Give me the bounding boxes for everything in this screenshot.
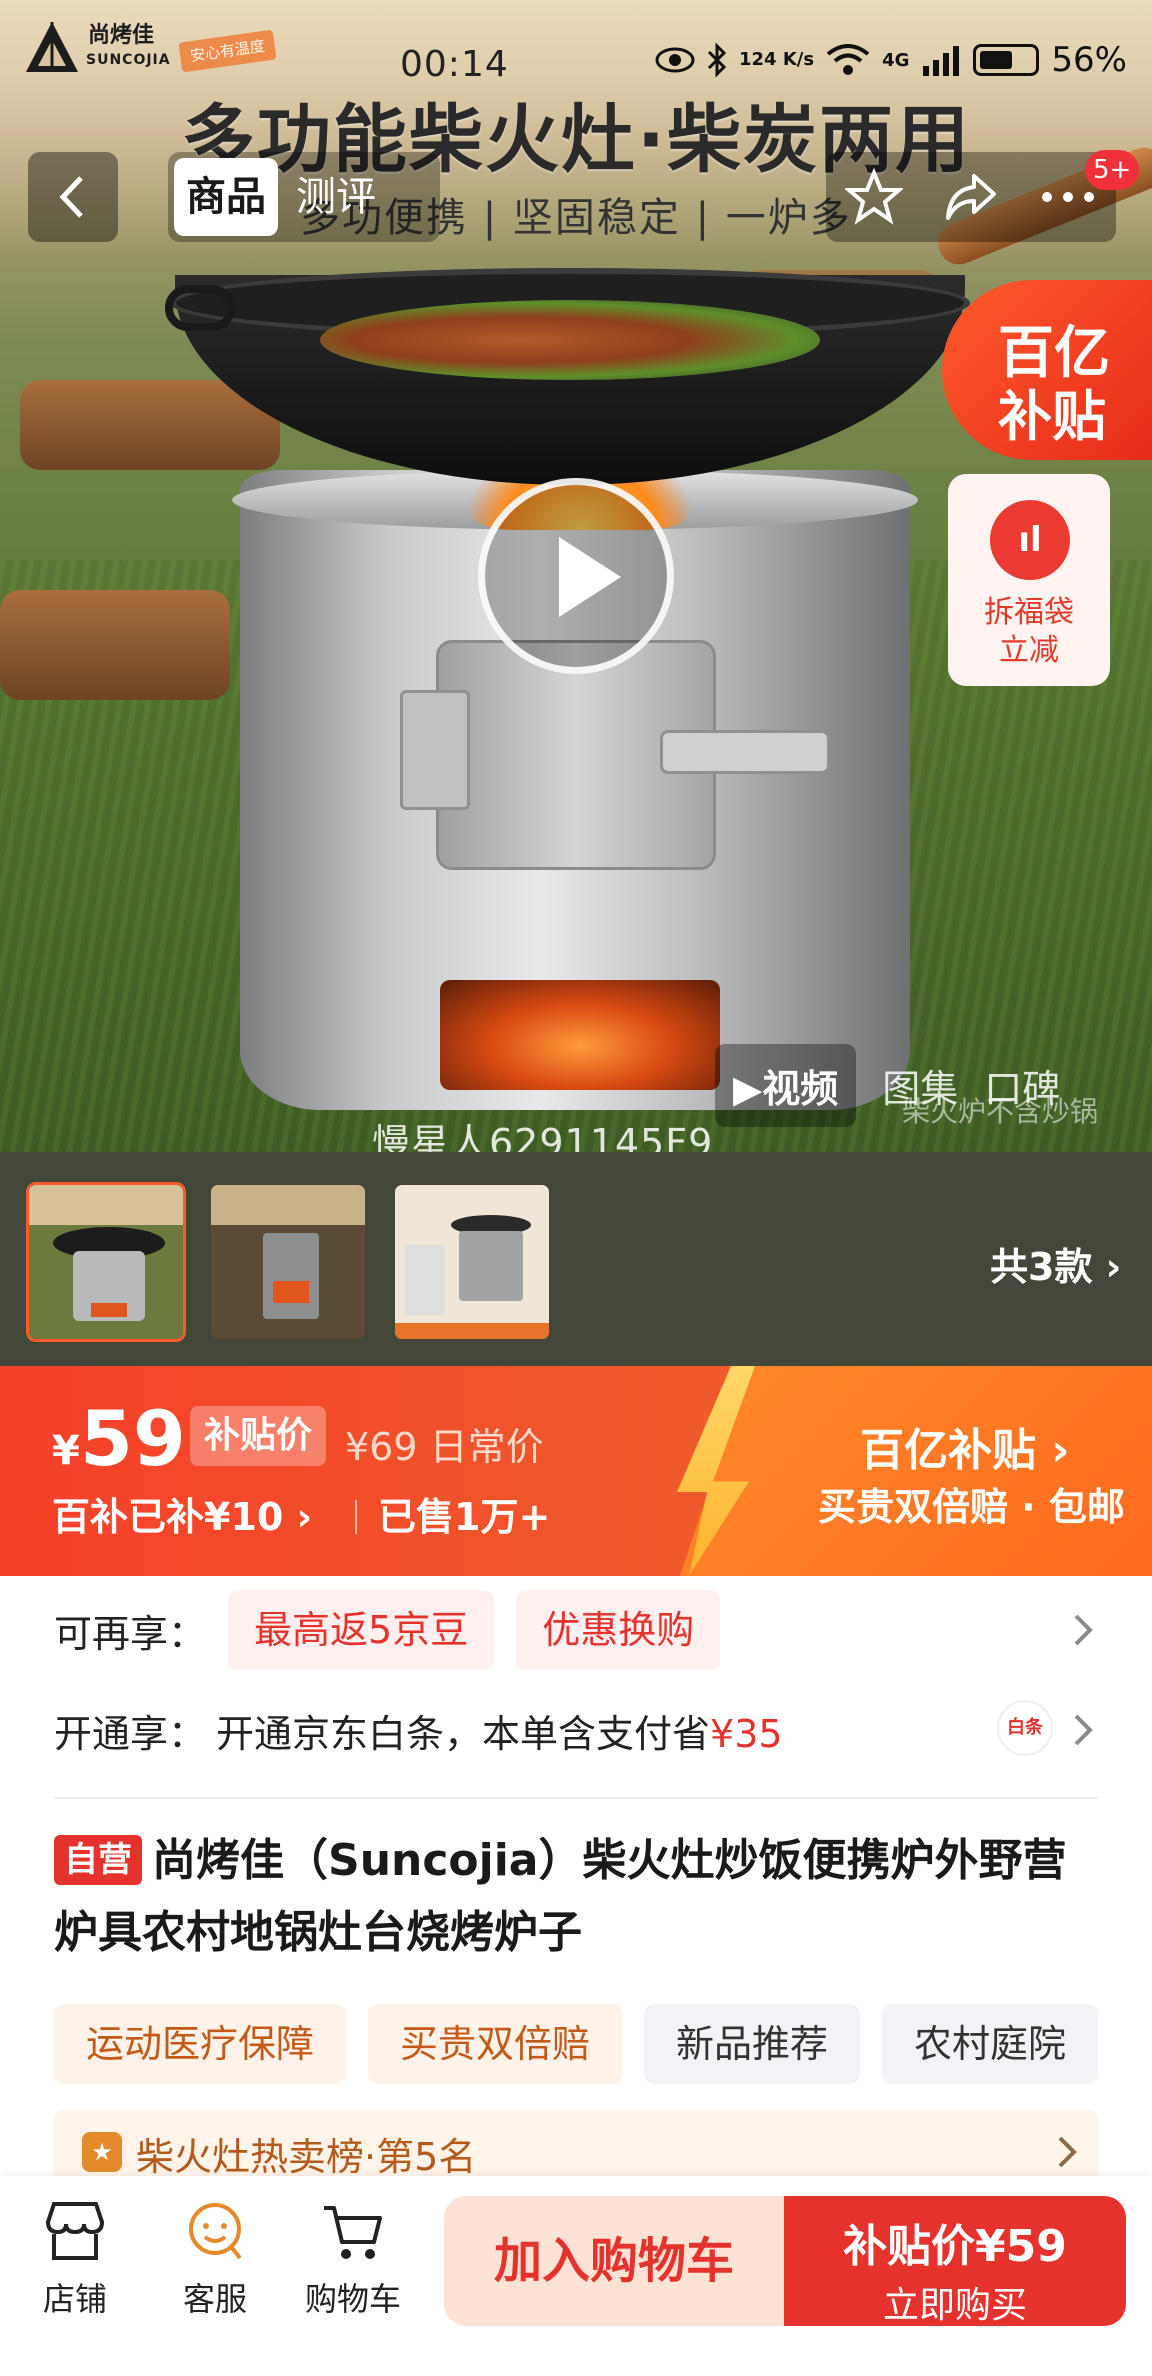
chevron-right-icon[interactable] [1070, 1612, 1094, 1648]
message-count-badge: 5+ [1085, 150, 1140, 190]
battery-icon [973, 44, 1040, 76]
lucky-bag-icon: ıl [990, 500, 1070, 580]
lucky-bag-card[interactable]: ıl 拆福袋 立减 [948, 474, 1110, 686]
back-icon [59, 176, 83, 218]
brand-slogan-tag: 安心有温度 [178, 29, 277, 73]
user-watermark: 慢星人6291145F9 [372, 1121, 714, 1152]
product-name: 尚烤佳（Suncojia）柴火灶炒饭便携炉外野营炉具农村地锅灶台烧烤炉子 [54, 1835, 1067, 1958]
cart-label: 购物车 [304, 2280, 401, 2318]
extra-benefits-row[interactable]: 可再享： 最高返5京豆 优惠换购 [54, 1590, 721, 1670]
stove-hinge [400, 690, 470, 810]
ranking-star-icon: ★ [82, 2132, 122, 2172]
variant-thumb-2[interactable] [208, 1182, 368, 1342]
baitiao-desc: 开通京东白条，本单含支付省 [216, 1711, 711, 1756]
media-tab-video[interactable]: ▶视频 [715, 1043, 857, 1127]
chevron-right-icon [1058, 2136, 1077, 2168]
buy-now-button[interactable]: 补贴价¥59 立即购买 [784, 2196, 1126, 2326]
top-actions [826, 152, 1116, 242]
signal-icon [923, 46, 960, 76]
extra-benefits-label: 可再享： [54, 1611, 207, 1656]
lucky-bag-text: 拆福袋 立减 [948, 594, 1110, 670]
wok-ear [165, 285, 235, 331]
share-icon[interactable] [942, 168, 1000, 226]
eye-icon [655, 47, 695, 73]
variant-strip: 共3款 › [0, 1152, 1152, 1366]
store-label: 店铺 [42, 2280, 107, 2318]
chevron-right-icon[interactable] [1070, 1712, 1094, 1748]
current-price: 59 [80, 1394, 186, 1483]
subsidy-badge-line2: 补贴 [998, 385, 1106, 448]
subsidy-subtitle: 买贵双倍赔 · 包邮 [818, 1485, 1125, 1529]
section-divider [54, 1797, 1098, 1799]
variant-count-link[interactable]: 共3款 › [990, 1236, 1121, 1291]
brand-name: 尚烤佳 [88, 23, 155, 48]
store-icon [45, 2202, 105, 2260]
system-status-icons: 124 K/s 4G 56% [655, 40, 1127, 80]
variant-1-image [29, 1185, 183, 1339]
subsidy-price-tag: 补贴价 [190, 1406, 327, 1466]
service-tags: 运动医疗保障 买贵双倍赔 新品推荐 农村庭院 [54, 2004, 1099, 2084]
lucky-bag-line2: 立减 [999, 633, 1059, 668]
original-price: ¥69 日常价 [345, 1425, 544, 1469]
baitiao-amount: ¥35 [710, 1711, 783, 1756]
more-icon[interactable] [1039, 187, 1097, 207]
customer-service-icon [189, 2203, 242, 2260]
jingdou-chip[interactable]: 最高返5京豆 [228, 1590, 495, 1670]
product-hero-image[interactable]: 尚烤佳 SUNCOJIA 安心有温度 00:14 124 K/s 4G 56% … [0, 0, 1152, 1152]
service-tag[interactable]: 买贵双倍赔 [368, 2004, 623, 2084]
service-tag[interactable]: 农村庭院 [882, 2004, 1099, 2084]
service-tag[interactable]: 运动医疗保障 [54, 2004, 347, 2084]
store-button[interactable]: 店铺 [20, 2196, 130, 2320]
variant-2-image [211, 1185, 365, 1339]
subsidy-title[interactable]: 百亿补贴 › [860, 1414, 1069, 1478]
subsidy-detail-link[interactable]: 百补已补¥10 › [52, 1486, 312, 1541]
service-tag[interactable]: 新品推荐 [644, 2004, 861, 2084]
buy-now-price: 补贴价¥59 [843, 2221, 1067, 2272]
baitiao-icon: 白条 [997, 1700, 1053, 1756]
tab-product[interactable]: 商品 [174, 158, 278, 236]
stove-latch [660, 730, 830, 774]
network-speed: 124 K/s [739, 49, 815, 70]
baitiao-text: 开通京东白条，本单含支付省¥35 [216, 1703, 783, 1758]
customer-service-button[interactable]: 客服 [160, 2196, 270, 2320]
wood-log [0, 590, 230, 700]
product-detail-page: 尚烤佳 SUNCOJIA 安心有温度 00:14 124 K/s 4G 56% … [0, 0, 1152, 2376]
price-divider [355, 1500, 357, 1534]
self-operated-tag: 自营 [54, 1835, 142, 1885]
baitiao-label: 开通享： [54, 1711, 207, 1756]
variant-thumb-3[interactable] [392, 1182, 552, 1342]
stove-fire-window [440, 980, 720, 1090]
wok-food [320, 300, 820, 380]
media-note: 柴火炉不含炒锅 [902, 1095, 1099, 1128]
variant-3-image [395, 1185, 549, 1339]
customer-service-label: 客服 [182, 2280, 247, 2318]
wifi-icon [826, 44, 870, 75]
buy-now-label: 立即购买 [882, 2285, 1027, 2326]
brand-english-name: SUNCOJIA [86, 52, 171, 68]
status-clock: 00:14 [400, 44, 509, 85]
price-banner: ¥ 59 补贴价 ¥69 日常价 百补已补¥10 › 已售1万+ 百亿补贴 › … [0, 1366, 1152, 1576]
trade-in-chip[interactable]: 优惠换购 [516, 1590, 721, 1670]
price-currency: ¥ [52, 1428, 80, 1474]
shopping-cart-icon [324, 2206, 382, 2259]
bottom-action-bar: 店铺 客服 购物车 加入购物车 补贴价¥59 立即购买 [0, 2176, 1152, 2376]
play-video-icon[interactable] [478, 478, 674, 674]
network-type: 4G [882, 49, 910, 71]
battery-percent: 56% [1051, 40, 1127, 80]
variant-thumb-1[interactable] [26, 1182, 186, 1342]
baitiao-row[interactable]: 开通享： 开通京东白条，本单含支付省¥35 [54, 1690, 783, 1770]
bluetooth-icon [707, 43, 727, 77]
lucky-bag-line1: 拆福袋 [984, 595, 1074, 630]
back-button[interactable] [28, 152, 118, 242]
ranking-text: 柴火灶热卖榜·第5名 [136, 2135, 477, 2179]
add-to-cart-button[interactable]: 加入购物车 [444, 2196, 784, 2326]
sold-count: 已售1万+ [378, 1495, 551, 1539]
billion-subsidy-badge[interactable]: 百亿 补贴 [942, 280, 1152, 460]
brand-logo-icon [26, 22, 78, 72]
cart-button[interactable]: 购物车 [298, 2196, 408, 2320]
tab-review[interactable]: 测评 [284, 158, 388, 236]
favorite-icon[interactable] [845, 168, 904, 226]
product-title: 自营 尚烤佳（Suncojia）柴火灶炒饭便携炉外野营炉具农村地锅灶台烧烤炉子 [54, 1825, 1104, 1969]
top-tabs: 商品 测评 [168, 152, 440, 242]
